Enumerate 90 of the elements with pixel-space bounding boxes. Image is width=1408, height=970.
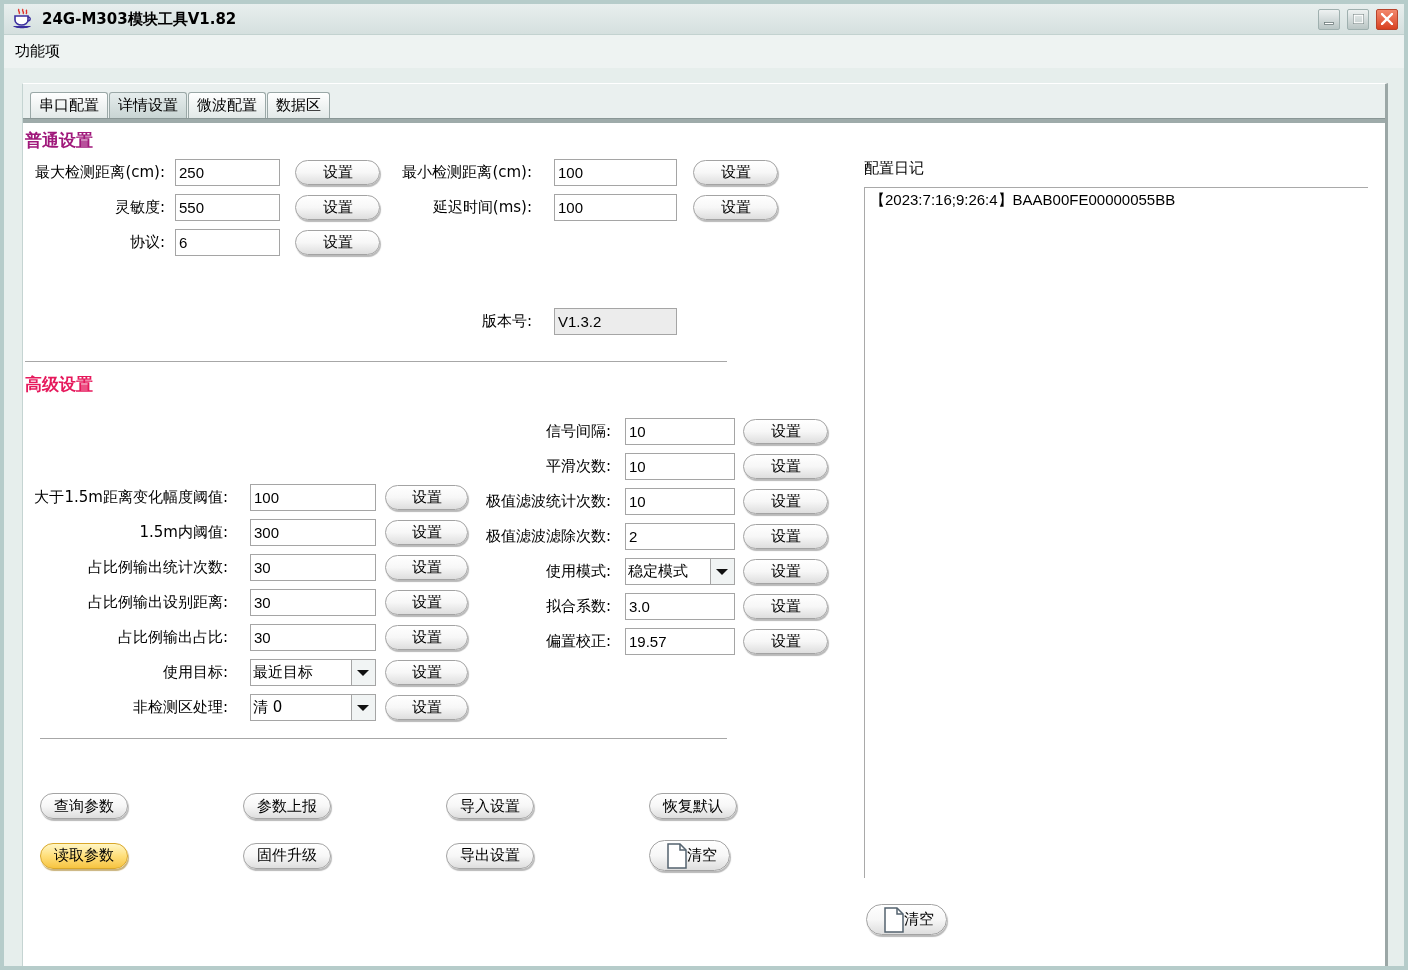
field-label: 大于1.5m距离变化幅度阈值: [33, 487, 228, 509]
field-label: 平滑次数: [544, 456, 611, 478]
window-title: 24G-M303模块工具V1.82 [42, 8, 237, 30]
text-field[interactable]: 3.0 [625, 593, 735, 620]
menu-item[interactable]: 功能项 [15, 40, 60, 63]
field-label: 占比例输出统计次数: [86, 557, 228, 579]
field-label: 灵敏度: [113, 197, 165, 219]
field-label: 使用目标: [161, 662, 228, 684]
action-button[interactable]: 读取参数 [40, 842, 128, 869]
clear-button[interactable]: 清空 [649, 840, 730, 871]
set-button[interactable]: 设置 [385, 625, 468, 650]
text-field[interactable]: 2 [625, 523, 735, 550]
maximize-icon [1352, 14, 1364, 24]
dropdown[interactable]: 最近目标 [250, 659, 376, 686]
close-button[interactable] [1376, 8, 1398, 30]
field-label: 拟合系数: [544, 596, 611, 618]
field-label: 版本号: [480, 311, 532, 333]
log-entry: 【2023:7:16;9:26:4】BAAB00FE00000055BB [870, 191, 1176, 209]
text-field[interactable]: 6 [175, 229, 280, 256]
set-button[interactable]: 设置 [385, 520, 468, 545]
text-field[interactable]: 100 [554, 159, 677, 186]
set-button[interactable]: 设置 [385, 555, 468, 580]
set-button[interactable]: 设置 [743, 629, 828, 654]
log-label: 配置日记 [864, 159, 924, 177]
document-icon [884, 906, 904, 933]
caret-down-icon [710, 559, 734, 584]
caret-down-icon [351, 660, 375, 685]
set-button[interactable]: 设置 [743, 594, 828, 619]
text-field[interactable]: 19.57 [625, 628, 735, 655]
field-label: 最小检测距离(cm): [401, 162, 532, 184]
text-field[interactable]: 250 [175, 159, 280, 186]
text-field[interactable]: 100 [554, 194, 677, 221]
set-button[interactable]: 设置 [385, 485, 468, 510]
field-label: 1.5m内阈值: [138, 522, 228, 544]
field-label: 协议: [128, 232, 165, 254]
set-button[interactable]: 设置 [743, 559, 828, 584]
action-button[interactable]: 导出设置 [446, 842, 534, 869]
set-button[interactable]: 设置 [693, 195, 778, 220]
text-field[interactable]: 30 [250, 624, 376, 651]
action-button[interactable]: 导入设置 [446, 793, 534, 819]
text-field[interactable]: 100 [250, 484, 376, 511]
set-button[interactable]: 设置 [743, 524, 828, 549]
set-button[interactable]: 设置 [385, 660, 468, 685]
field-label: 极值滤波滤除次数: [484, 526, 611, 548]
tab[interactable]: 串口配置 [30, 92, 108, 118]
tab[interactable]: 数据区 [267, 92, 330, 118]
set-button[interactable]: 设置 [295, 230, 380, 255]
field-label: 使用模式: [544, 561, 611, 583]
field-label: 占比例输出设别距离: [86, 592, 228, 614]
set-button[interactable]: 设置 [385, 590, 468, 615]
minimize-icon [1324, 21, 1334, 25]
tab[interactable]: 微波配置 [188, 92, 266, 118]
dropdown[interactable]: 清 0 [250, 694, 376, 721]
set-button[interactable]: 设置 [295, 160, 380, 185]
minimize-button[interactable] [1318, 8, 1340, 30]
field-label: 信号间隔: [544, 421, 611, 443]
dropdown[interactable]: 稳定模式 [625, 558, 735, 585]
log-area[interactable]: 【2023:7:16;9:26:4】BAAB00FE00000055BB [864, 187, 1368, 878]
text-field[interactable]: 300 [250, 519, 376, 546]
field-label: 延迟时间(ms): [431, 197, 532, 219]
field-label: 最大检测距离(cm): [34, 162, 165, 184]
set-button[interactable]: 设置 [743, 489, 828, 514]
document-icon [667, 842, 687, 869]
action-button[interactable]: 恢复默认 [649, 793, 737, 819]
maximize-button[interactable] [1347, 8, 1369, 30]
set-button[interactable]: 设置 [743, 454, 828, 479]
text-field[interactable]: 550 [175, 194, 280, 221]
set-button[interactable]: 设置 [743, 419, 828, 444]
text-field[interactable]: 10 [625, 418, 735, 445]
set-button[interactable]: 设置 [295, 195, 380, 220]
set-button[interactable]: 设置 [693, 160, 778, 185]
section-heading: 高级设置 [25, 374, 93, 394]
set-button[interactable]: 设置 [385, 695, 468, 720]
text-field[interactable]: 30 [250, 554, 376, 581]
clear-button[interactable]: 清空 [866, 904, 947, 935]
text-field[interactable]: 10 [625, 488, 735, 515]
text-field[interactable]: 10 [625, 453, 735, 480]
field-label: 偏置校正: [544, 631, 611, 653]
field-label: 占比例输出占比: [116, 627, 228, 649]
close-icon [1381, 13, 1393, 25]
action-button[interactable]: 参数上报 [243, 793, 331, 819]
cup-icon [12, 8, 32, 30]
tab[interactable]: 详情设置 [109, 92, 187, 118]
field-label: 非检测区处理: [131, 697, 228, 719]
field-label: 极值滤波统计次数: [484, 491, 611, 513]
action-button[interactable]: 查询参数 [40, 793, 128, 819]
action-button[interactable]: 固件升级 [243, 842, 331, 869]
caret-down-icon [351, 695, 375, 720]
text-field[interactable]: 30 [250, 589, 376, 616]
section-heading: 普通设置 [25, 130, 93, 150]
